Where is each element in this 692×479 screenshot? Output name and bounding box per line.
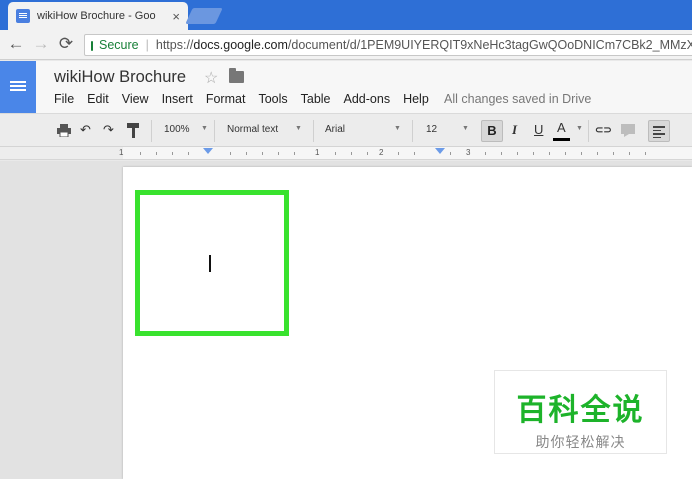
zoom-dropdown-icon[interactable]: ▼ [201,125,208,132]
text-color-dropdown-icon[interactable]: ▼ [576,125,583,132]
docs-header: wikiHow Brochure ☆ File Edit View Insert… [0,61,692,113]
star-icon[interactable]: ☆ [204,68,218,88]
toolbar-divider [151,120,152,142]
text-color-swatch [553,138,570,141]
ruler-number: 2 [379,148,384,157]
menu-add-ons[interactable]: Add-ons [344,92,391,106]
folder-icon[interactable] [229,68,244,83]
menu-bar: File Edit View Insert Format Tools Table… [54,92,442,106]
url-host: docs.google.com [193,38,288,52]
menu-view[interactable]: View [122,92,149,106]
reload-icon[interactable]: ⟳ [56,34,76,54]
paint-format-icon[interactable] [127,123,140,138]
redo-icon[interactable]: ↷ [103,122,114,138]
toolbar-divider [313,120,314,142]
url-text: https://docs.google.com/document/d/1PEM9… [156,38,692,52]
omnibox-separator: | [145,38,149,52]
secure-label: Secure [99,38,139,52]
close-tab-icon[interactable]: × [172,9,180,24]
underline-button[interactable]: U [534,122,543,137]
menu-table[interactable]: Table [301,92,331,106]
browser-tab-strip: wikiHow Brochure - Goo × [0,0,692,30]
menu-insert[interactable]: Insert [162,92,193,106]
url-scheme: https:// [155,38,194,52]
comment-icon[interactable] [621,124,635,137]
tab-stop-marker[interactable] [435,148,445,154]
formatting-toolbar: ↶ ↷ 100% ▼ Normal text ▼ Arial ▼ 12 ▼ B … [0,113,692,250]
new-tab-button[interactable] [185,8,223,24]
print-icon[interactable] [57,124,71,137]
style-select[interactable]: Normal text [227,124,278,135]
size-dropdown-icon[interactable]: ▼ [462,125,469,132]
address-bar: ← → ⟳ Secure | https://docs.google.com/d… [0,30,692,60]
ruler-number: 1 [315,148,320,157]
align-left-button[interactable] [648,120,670,142]
ruler-number: 3 [466,148,471,157]
watermark-logo: 百科全说 助你轻松解决 [494,370,667,454]
font-size-select[interactable]: 12 [426,124,437,135]
url-input[interactable]: Secure | https://docs.google.com/documen… [84,34,692,56]
font-dropdown-icon[interactable]: ▼ [394,125,401,132]
toolbar-divider [412,120,413,142]
browser-tab[interactable]: wikiHow Brochure - Goo × [8,2,188,30]
left-indent-marker[interactable] [203,148,213,154]
watermark-main-text: 百科全说 [516,393,645,428]
style-dropdown-icon[interactable]: ▼ [295,125,302,132]
docs-favicon-icon [16,9,30,23]
toolbar-divider [214,120,215,142]
forward-arrow-icon[interactable]: → [31,34,51,54]
back-arrow-icon[interactable]: ← [6,34,26,54]
zoom-select[interactable]: 100% [164,124,190,135]
menu-help[interactable]: Help [403,92,429,106]
watermark-sub-text: 助你轻松解决 [535,435,626,451]
menu-format[interactable]: Format [206,92,246,106]
undo-icon[interactable]: ↶ [80,122,91,138]
text-box-highlight[interactable] [135,190,289,336]
ruler-number: 1 [119,148,124,157]
link-icon[interactable]: ⊂⊃ [595,125,612,136]
docs-home-icon[interactable] [0,61,36,113]
menu-file[interactable]: File [54,92,74,106]
font-select[interactable]: Arial [325,124,345,135]
bold-button[interactable]: B [481,120,503,142]
lock-icon [91,41,94,51]
menu-tools[interactable]: Tools [258,92,287,106]
italic-button[interactable]: I [512,122,517,138]
text-color-button[interactable]: A [557,120,566,135]
text-cursor [209,255,211,272]
menu-edit[interactable]: Edit [87,92,109,106]
save-status: All changes saved in Drive [444,92,592,106]
document-title[interactable]: wikiHow Brochure [54,68,186,87]
url-path: /document/d/1PEM9UIYERQIT9xNeHc3tagGwQOo… [287,38,692,52]
ruler: 1 1 2 3 [0,147,692,160]
toolbar-divider [588,120,589,142]
tab-title: wikiHow Brochure - Goo [37,10,156,22]
